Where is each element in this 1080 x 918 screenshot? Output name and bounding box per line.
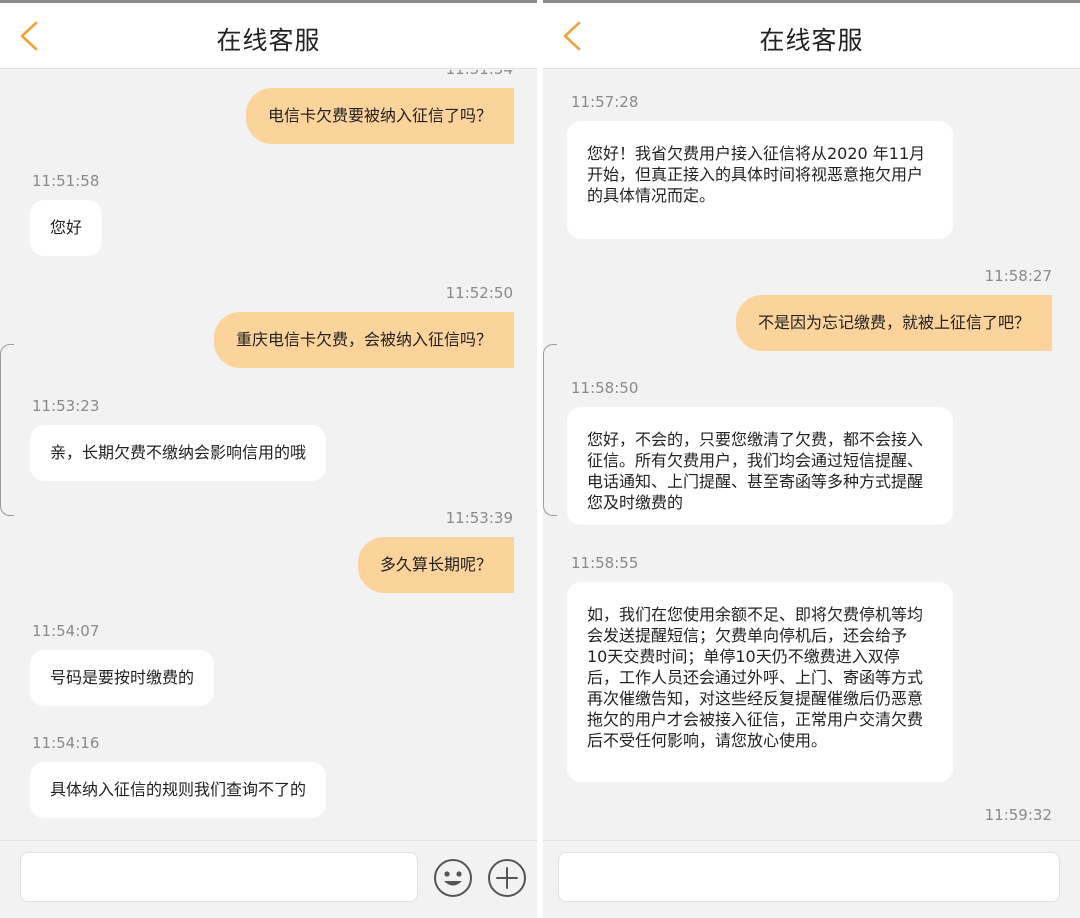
timestamp: 11:58:27 — [984, 267, 1052, 285]
chat-panel-left: 在线客服 11:51:54 电信卡欠费要被纳入征信了吗？ 11:51:58 您好… — [0, 0, 537, 918]
timestamp: 11:57:28 — [571, 93, 639, 111]
timestamp: 11:58:55 — [571, 554, 639, 572]
message-bubble-outgoing: 重庆电信卡欠费，会被纳入征信吗？ — [213, 312, 514, 368]
timestamp: 11:52:50 — [445, 284, 513, 302]
timestamp: 11:53:23 — [32, 397, 100, 415]
message-bubble-outgoing: 不是因为忘记缴费，就被上征信了吧？ — [735, 295, 1052, 351]
message-bubble-incoming: 具体纳入征信的规则我们查询不了的 — [30, 762, 327, 818]
message-bubble-incoming: 您好！我省欠费用户接入征信将从2020 年11月开始，但真正接入的具体时间将视恶… — [567, 121, 953, 239]
message-bubble-incoming: 亲，长期欠费不缴纳会影响信用的哦 — [30, 425, 327, 481]
timestamp: 11:51:58 — [32, 172, 100, 190]
header-bar: 在线客服 — [0, 3, 537, 69]
input-bar — [0, 840, 537, 918]
message-bubble-incoming: 如，我们在您使用余额不足、即将欠费停机等均会发送提醒短信；欠费单向停机后，还会给… — [567, 582, 953, 782]
message-input[interactable] — [20, 852, 418, 902]
emoji-smile-icon[interactable] — [433, 858, 473, 898]
header-bar: 在线客服 — [543, 3, 1080, 69]
message-bubble-incoming: 号码是要按时缴费的 — [30, 650, 215, 706]
message-bubble-incoming: 您好，不会的，只要您缴清了欠费，都不会接入征信。所有欠费用户，我们均会通过短信提… — [567, 407, 953, 525]
page-title: 在线客服 — [216, 26, 321, 55]
message-bubble-incoming: 您好 — [30, 200, 103, 256]
timestamp: 11:54:16 — [32, 734, 100, 752]
scroll-edge-indicator — [543, 344, 557, 516]
page-title: 在线客服 — [759, 26, 864, 55]
chat-panel-right: 在线客服 11:57:28 您好！我省欠费用户接入征信将从2020 年11月开始… — [543, 0, 1080, 918]
timestamp: 11:53:39 — [445, 509, 513, 527]
timestamp: 11:58:50 — [571, 379, 639, 397]
plus-circle-icon[interactable] — [487, 858, 527, 898]
timestamp: 11:54:07 — [32, 622, 100, 640]
input-bar — [543, 840, 1080, 918]
scroll-edge-indicator — [0, 344, 14, 516]
chat-messages: 11:51:54 电信卡欠费要被纳入征信了吗？ 11:51:58 您好 11:5… — [0, 70, 537, 840]
message-bubble-outgoing: 电信卡欠费要被纳入征信了吗？ — [245, 88, 514, 144]
message-bubble-outgoing: 多久算长期呢？ — [357, 537, 514, 593]
timestamp: 11:51:54 — [446, 70, 513, 78]
chat-messages: 11:57:28 您好！我省欠费用户接入征信将从2020 年11月开始，但真正接… — [543, 70, 1080, 840]
timestamp: 11:59:32 — [984, 806, 1052, 824]
message-input[interactable] — [558, 852, 1060, 902]
